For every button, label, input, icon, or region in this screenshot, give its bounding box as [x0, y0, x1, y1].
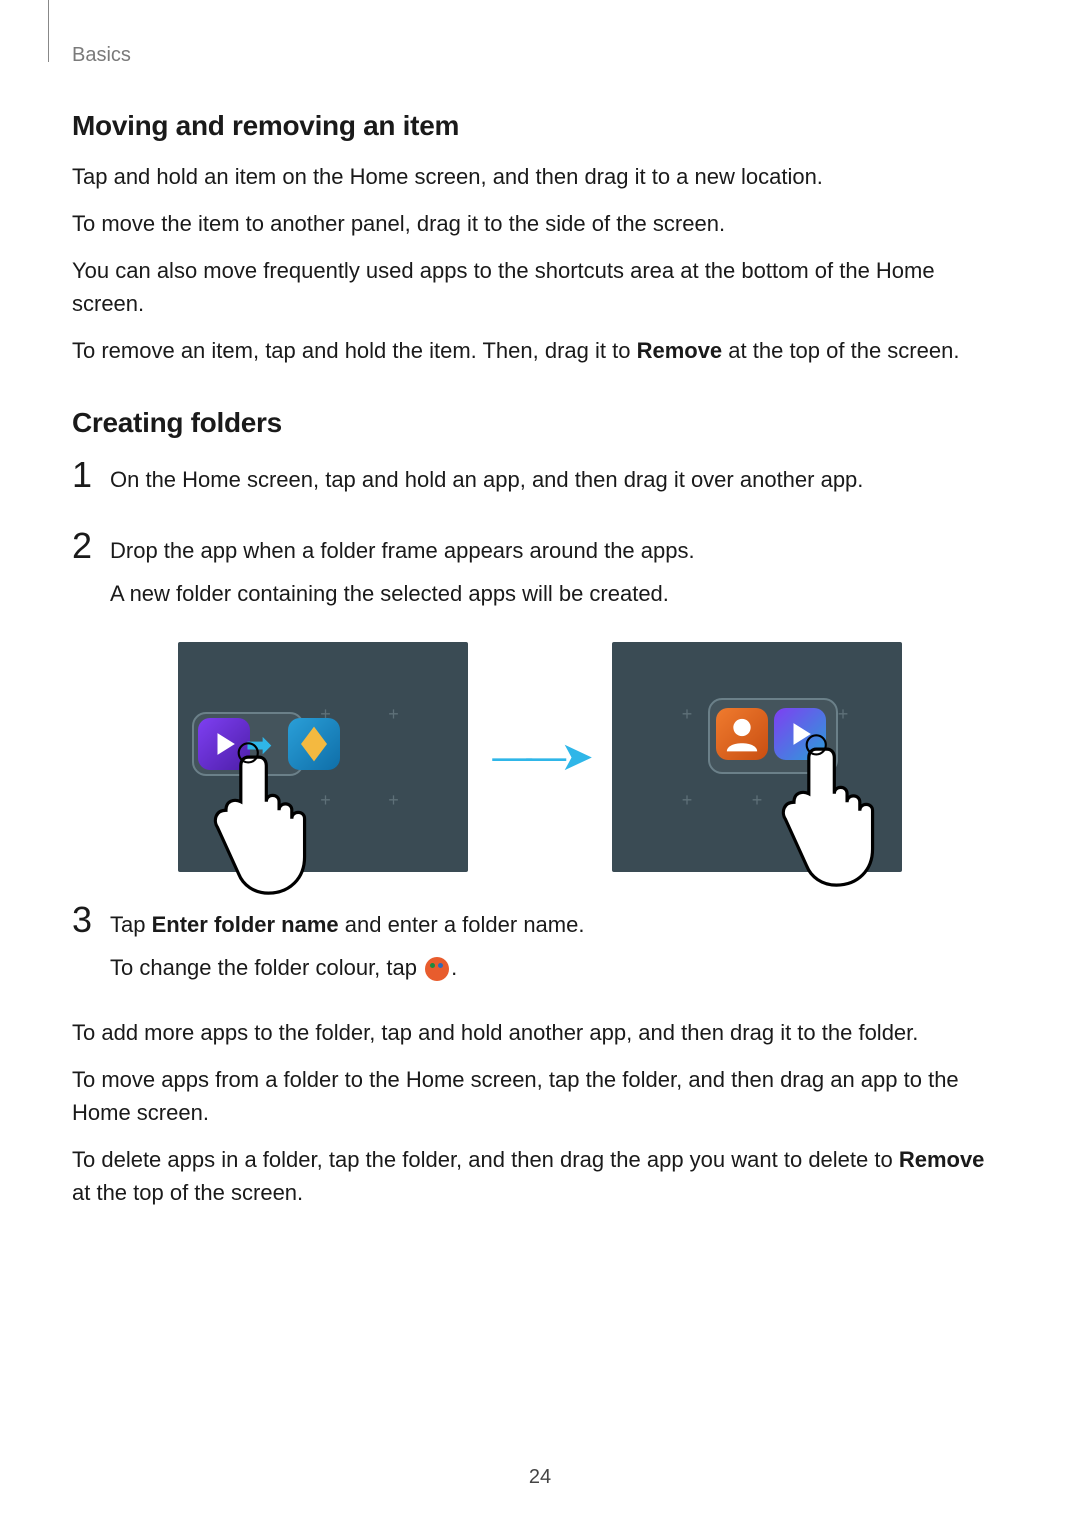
- palette-icon: [425, 957, 449, 981]
- grid-placeholder: +: [388, 790, 399, 811]
- enter-folder-name-bold: Enter folder name: [152, 912, 339, 937]
- para: To add more apps to the folder, tap and …: [72, 1016, 1008, 1049]
- text: To change the folder colour, tap: [110, 955, 423, 980]
- grid-placeholder: +: [838, 704, 849, 725]
- grid-placeholder: +: [752, 790, 763, 811]
- figure-panel-before: + + + + ➡: [178, 642, 468, 872]
- ordered-list: 1 On the Home screen, tap and hold an ap…: [72, 457, 1008, 620]
- list-item: 3 Tap Enter folder name and enter a fold…: [72, 902, 1008, 994]
- para: You can also move frequently used apps t…: [72, 254, 1008, 320]
- page-number: 24: [0, 1466, 1080, 1489]
- para: To delete apps in a folder, tap the fold…: [72, 1143, 1008, 1209]
- step-text: To change the folder colour, tap .: [110, 951, 1008, 984]
- header-rule: [48, 0, 49, 62]
- step-text: A new folder containing the selected app…: [110, 577, 1008, 610]
- step-text: Tap Enter folder name and enter a folder…: [110, 908, 1008, 941]
- ordered-list-cont: 3 Tap Enter folder name and enter a fold…: [72, 902, 1008, 994]
- list-item: 2 Drop the app when a folder frame appea…: [72, 528, 1008, 620]
- hand-pointer-icon: [764, 730, 894, 900]
- remove-bold: Remove: [899, 1147, 985, 1172]
- text: at the top of the screen.: [72, 1180, 303, 1205]
- para: Tap and hold an item on the Home screen,…: [72, 160, 1008, 193]
- text: To remove an item, tap and hold the item…: [72, 338, 637, 363]
- heading-creating-folders: Creating folders: [72, 407, 1008, 439]
- hand-pointer-icon: [196, 738, 326, 908]
- figure-creating-folder: + + + + ➡ ——➤ + + + + +: [72, 642, 1008, 872]
- list-item: 1 On the Home screen, tap and hold an ap…: [72, 457, 1008, 506]
- step-number: 3: [72, 902, 110, 994]
- section-label: Basics: [72, 40, 1008, 70]
- step-number: 2: [72, 528, 110, 620]
- para: To move apps from a folder to the Home s…: [72, 1063, 1008, 1129]
- text: and enter a folder name.: [339, 912, 585, 937]
- heading-moving-removing: Moving and removing an item: [72, 110, 1008, 142]
- grid-placeholder: +: [682, 790, 693, 811]
- step-text: On the Home screen, tap and hold an app,…: [110, 463, 1008, 496]
- figure-panel-after: + + + + +: [612, 642, 902, 872]
- para: To remove an item, tap and hold the item…: [72, 334, 1008, 367]
- text: To delete apps in a folder, tap the fold…: [72, 1147, 899, 1172]
- transition-arrow-icon: ——➤: [492, 734, 588, 780]
- text: at the top of the screen.: [722, 338, 959, 363]
- app-icon-contacts: [716, 708, 768, 760]
- step-number: 1: [72, 457, 110, 506]
- text: .: [451, 955, 457, 980]
- text: Tap: [110, 912, 152, 937]
- grid-placeholder: +: [682, 704, 693, 725]
- grid-placeholder: +: [388, 704, 399, 725]
- step-text: Drop the app when a folder frame appears…: [110, 534, 1008, 567]
- para: To move the item to another panel, drag …: [72, 207, 1008, 240]
- remove-bold: Remove: [637, 338, 723, 363]
